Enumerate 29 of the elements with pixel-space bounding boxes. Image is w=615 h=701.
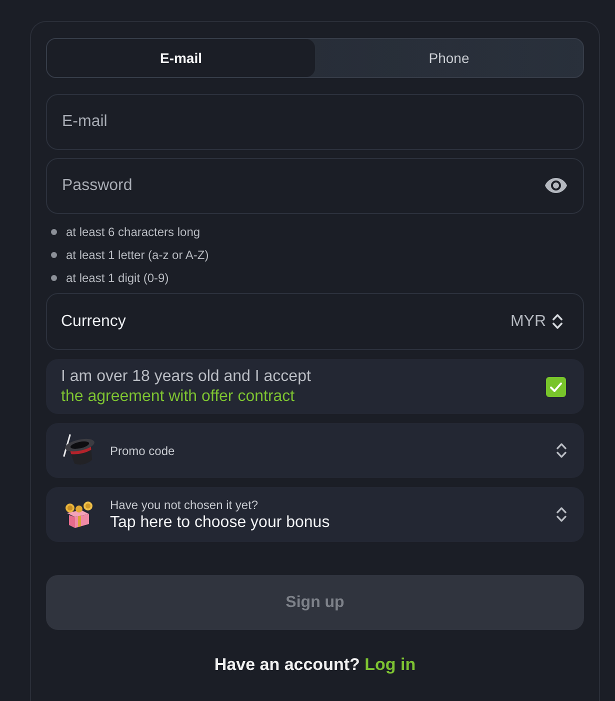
currency-value: MYR (510, 312, 546, 330)
promo-code-label: Promo code (110, 444, 176, 458)
password-rule: at least 1 digit (0-9) (66, 270, 169, 284)
bullet-icon (51, 274, 57, 280)
login-link[interactable]: Log in (364, 655, 416, 674)
bonus-selector[interactable]: Have you not chosen it yet? Tap here to choose your bonus (46, 487, 584, 542)
top-hat-icon (61, 434, 97, 468)
chevron-up-down-icon (556, 506, 567, 523)
chevron-up-down-icon (552, 313, 563, 330)
currency-label: Currency (61, 312, 126, 330)
agreement-link[interactable]: the agreement with offer contract (61, 388, 295, 404)
password-field[interactable]: Password (46, 158, 584, 214)
login-prompt: Have an account? Log in (213, 655, 417, 675)
method-tab[interactable]: Phone (315, 39, 583, 77)
method-tab[interactable]: E-mail (47, 39, 315, 77)
bullet-icon (51, 252, 57, 258)
promo-code-dropdown[interactable]: Promo code (46, 423, 584, 478)
password-rule: at least 6 characters long (66, 224, 200, 238)
bullet-icon (51, 228, 57, 234)
agreement-checkbox[interactable] (546, 376, 566, 396)
password-rule: at least 1 letter (a-z or A-Z) (66, 248, 209, 262)
bonus-label: Tap here to choose your bonus (110, 514, 331, 532)
email-field[interactable]: E-mail (46, 94, 584, 150)
chevron-up-down-icon (556, 442, 567, 459)
eye-icon[interactable] (545, 178, 567, 193)
currency-select[interactable]: Currency MYR (46, 293, 584, 350)
agreement-text: I am over 18 years old and I accept the agreement with offer contract (61, 366, 312, 406)
gift-box-icon (63, 500, 95, 528)
bonus-hint: Have you not chosen it yet? (110, 498, 260, 512)
